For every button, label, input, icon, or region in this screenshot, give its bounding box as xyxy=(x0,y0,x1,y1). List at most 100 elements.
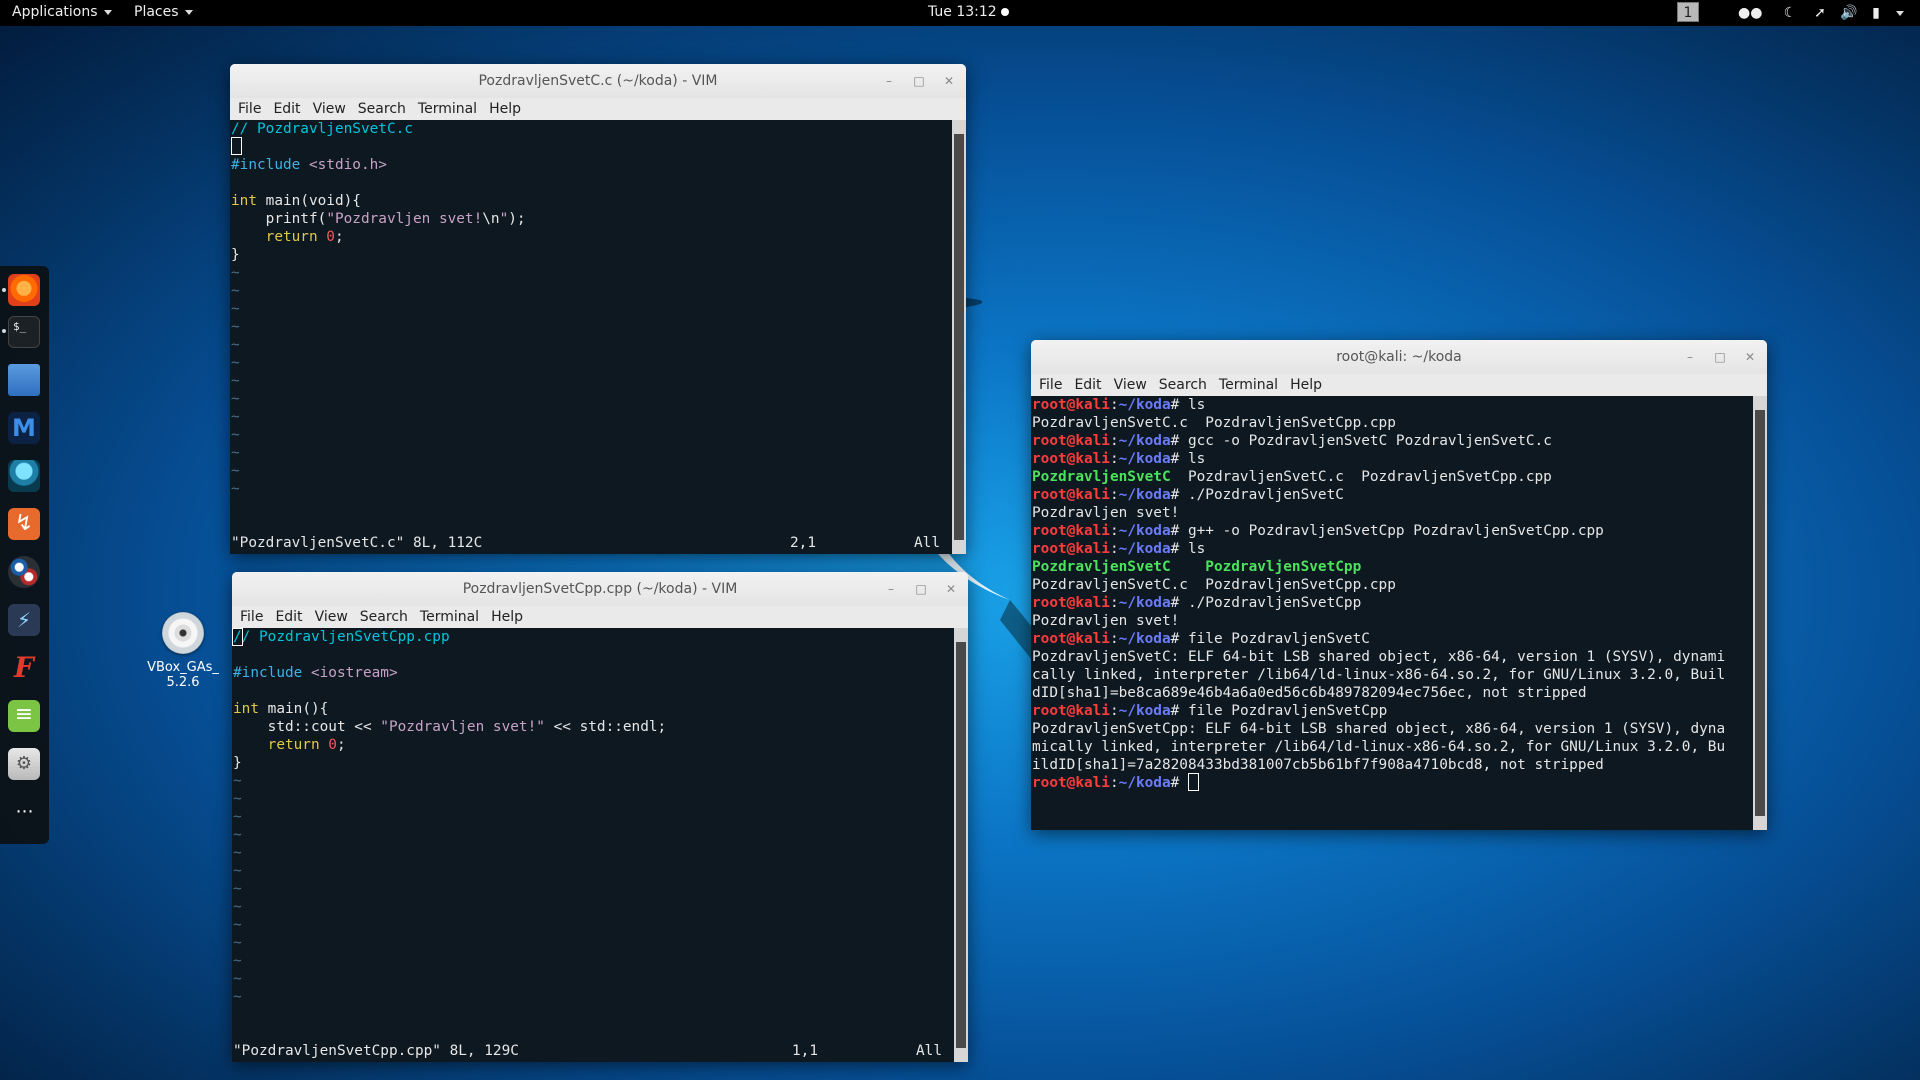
network-icon[interactable]: ➚ xyxy=(1812,5,1828,21)
menu-terminal[interactable]: Terminal xyxy=(418,98,477,120)
menu-edit[interactable]: Edit xyxy=(273,98,300,120)
dock: $_ M ↯ ⚡ F ≡ ⚙ ⋯ xyxy=(0,266,49,844)
applications-menu-label: Applications xyxy=(12,4,98,20)
vim-c-window: PozdravljenSvetC.c (~/koda) - VIM – □ ✕ Fi… xyxy=(230,64,966,554)
show-apps-icon[interactable]: ⋯ xyxy=(8,796,40,828)
menu-help[interactable]: Help xyxy=(1290,374,1322,396)
output-line: Pozdravljen svet! xyxy=(1032,505,1180,521)
night-mode-icon[interactable]: ☾ xyxy=(1782,5,1798,21)
scrollbar[interactable] xyxy=(1753,396,1767,830)
status-all: All xyxy=(914,535,940,551)
empty-line-tilde: ~ xyxy=(233,953,242,969)
maximize-icon[interactable]: □ xyxy=(1713,340,1727,364)
output-line: PozdravljenSvetC PozdravljenSvetC.c Pozd… xyxy=(1032,469,1552,485)
vim-editor-area[interactable]: // PozdravljenSvetC.c #include <stdio.h>… xyxy=(230,120,952,554)
empty-line-tilde: ~ xyxy=(233,845,242,861)
minimize-icon[interactable]: – xyxy=(882,64,896,88)
empty-line-tilde: ~ xyxy=(231,445,240,461)
empty-line-tilde: ~ xyxy=(231,337,240,353)
power-icon[interactable]: ▮ xyxy=(1868,5,1884,21)
window-titlebar[interactable]: PozdravljenSvetCpp.cpp (~/koda) - VIM – □… xyxy=(232,572,968,606)
files-icon[interactable] xyxy=(8,364,40,396)
menu-terminal[interactable]: Terminal xyxy=(1219,374,1278,396)
empty-line-tilde: ~ xyxy=(233,809,242,825)
empty-line-tilde: ~ xyxy=(233,881,242,897)
prompt-line: root@kali:~/koda# file PozdravljenSvetC xyxy=(1032,631,1370,647)
desktop-icon-vbox-gas[interactable]: VBox_GAs_ 5.2.6 xyxy=(138,612,228,690)
code-line: int main(void){ xyxy=(231,193,361,209)
metasploit-icon[interactable]: M xyxy=(8,412,40,444)
empty-line-tilde: ~ xyxy=(233,917,242,933)
applications-menu[interactable]: Applications xyxy=(12,4,112,20)
window-titlebar[interactable]: PozdravljenSvetC.c (~/koda) - VIM – □ ✕ xyxy=(230,64,966,98)
maximize-icon[interactable]: □ xyxy=(914,572,928,596)
empty-line-tilde: ~ xyxy=(231,373,240,389)
prompt-line-active[interactable]: root@kali:~/koda# xyxy=(1031,773,1753,792)
close-icon[interactable]: ✕ xyxy=(942,64,956,88)
volume-icon[interactable]: 🔊 xyxy=(1840,5,1857,21)
system-menu-chevron-icon[interactable] xyxy=(1892,5,1908,21)
menu-search[interactable]: Search xyxy=(358,98,406,120)
window-title: root@kali: ~/koda xyxy=(1336,349,1462,365)
minimize-icon[interactable]: – xyxy=(884,572,898,596)
menu-search[interactable]: Search xyxy=(1159,374,1207,396)
menu-file[interactable]: File xyxy=(240,606,263,628)
empty-line-tilde: ~ xyxy=(231,481,240,497)
close-icon[interactable]: ✕ xyxy=(1743,340,1757,364)
beef-icon[interactable]: ⚡ xyxy=(8,604,40,636)
empty-line-tilde: ~ xyxy=(231,283,240,299)
code-line: #include <stdio.h> xyxy=(231,157,387,173)
menu-search[interactable]: Search xyxy=(360,606,408,628)
menubar: File Edit View Search Terminal Help xyxy=(1031,374,1767,396)
prompt-line: root@kali:~/koda# file PozdravljenSvetCp… xyxy=(1032,703,1388,719)
workspace-indicator[interactable]: 1 xyxy=(1677,2,1699,22)
window-title: PozdravljenSvetC.c (~/koda) - VIM xyxy=(478,73,718,89)
status-file: "PozdravljenSvetC.c" 8L, 112C xyxy=(231,535,483,551)
output-line: mically linked, interpreter /lib64/ld-li… xyxy=(1032,739,1726,755)
faraday-icon[interactable]: F xyxy=(8,652,40,684)
maximize-icon[interactable]: □ xyxy=(912,64,926,88)
window-titlebar[interactable]: root@kali: ~/koda – □ ✕ xyxy=(1031,340,1767,374)
menu-view[interactable]: View xyxy=(313,98,346,120)
clock[interactable]: Tue 13:12 xyxy=(928,4,1009,20)
output-line: Pozdravljen svet! xyxy=(1032,613,1180,629)
empty-line-tilde: ~ xyxy=(231,391,240,407)
armitage-icon[interactable] xyxy=(8,460,40,492)
scrollbar-thumb[interactable] xyxy=(956,642,966,1048)
settings-icon[interactable]: ⚙ xyxy=(8,748,40,780)
scrollbar[interactable] xyxy=(952,120,966,554)
empty-line-tilde: ~ xyxy=(231,355,240,371)
terminal-icon[interactable]: $_ xyxy=(8,316,40,348)
prompt-line: root@kali:~/koda# gcc -o PozdravljenSvet… xyxy=(1032,433,1552,449)
menu-edit[interactable]: Edit xyxy=(1074,374,1101,396)
menu-view[interactable]: View xyxy=(1114,374,1147,396)
desktop-icon-label-version: 5.2.6 xyxy=(166,675,200,690)
menu-view[interactable]: View xyxy=(315,606,348,628)
menu-file[interactable]: File xyxy=(1039,374,1062,396)
vim-editor-area[interactable]: // PozdravljenSvetCpp.cpp #include <iost… xyxy=(232,628,954,1062)
firefox-icon[interactable] xyxy=(8,274,40,306)
code-line: // PozdravljenSvetCpp.cpp xyxy=(232,628,450,646)
users-icon[interactable]: ●● xyxy=(1738,5,1762,21)
scrollbar-thumb[interactable] xyxy=(954,134,964,540)
code-line: return 0; xyxy=(231,229,344,245)
minimize-icon[interactable]: – xyxy=(1683,340,1697,364)
places-menu-label: Places xyxy=(134,4,179,20)
desktop-icon-label: VBox_GAs_ xyxy=(147,660,219,675)
close-icon[interactable]: ✕ xyxy=(944,572,958,596)
chevron-down-icon xyxy=(184,9,193,15)
menu-file[interactable]: File xyxy=(238,98,261,120)
scrollbar[interactable] xyxy=(954,628,968,1062)
menu-help[interactable]: Help xyxy=(489,98,521,120)
burpsuite-icon[interactable]: ↯ xyxy=(8,508,40,540)
terminal-output[interactable]: root@kali:~/koda# ls PozdravljenSvetC.c … xyxy=(1031,396,1753,830)
menu-terminal[interactable]: Terminal xyxy=(420,606,479,628)
maltego-icon[interactable] xyxy=(8,556,40,588)
output-line: ildID[sha1]=7a28208433bd381007cb5b61bf7f… xyxy=(1032,757,1604,773)
menu-help[interactable]: Help xyxy=(491,606,523,628)
scrollbar-thumb[interactable] xyxy=(1755,410,1765,816)
menu-edit[interactable]: Edit xyxy=(275,606,302,628)
text-editor-icon[interactable]: ≡ xyxy=(8,700,40,732)
places-menu[interactable]: Places xyxy=(134,4,193,20)
